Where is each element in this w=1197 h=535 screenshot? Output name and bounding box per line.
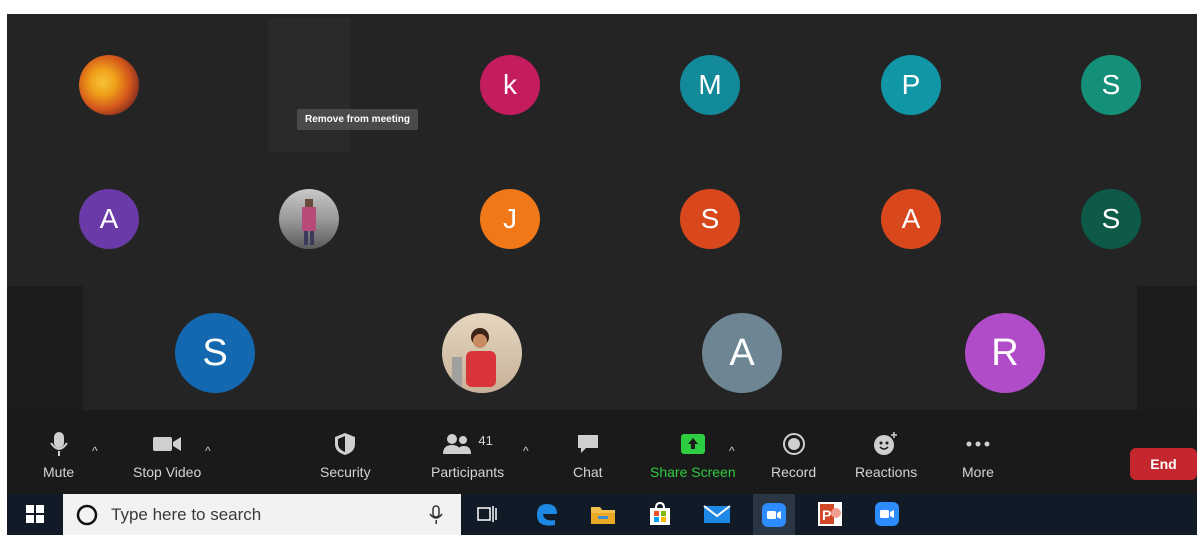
participant-avatar[interactable]: k	[480, 55, 540, 115]
more-button[interactable]: More	[962, 430, 994, 480]
participant-avatar[interactable]	[79, 55, 139, 115]
edge-icon[interactable]	[532, 500, 560, 528]
meeting-toolbar: Mute ^ Stop Video ^ Security 41 Particip…	[7, 410, 1197, 494]
security-button[interactable]: Security	[320, 430, 371, 480]
person-photo-icon	[302, 199, 316, 245]
mute-options-caret-icon[interactable]: ^	[92, 444, 98, 458]
mute-button[interactable]: Mute	[43, 430, 74, 480]
chat-label: Chat	[573, 464, 603, 480]
zoom-icon[interactable]	[753, 494, 795, 535]
share-screen-label: Share Screen	[650, 464, 736, 480]
video-options-caret-icon[interactable]: ^	[205, 444, 211, 458]
participant-avatar[interactable]: S	[175, 313, 255, 393]
record-icon	[782, 433, 805, 455]
security-label: Security	[320, 464, 371, 480]
taskbar-search-box[interactable]: Type here to search	[63, 494, 461, 535]
windows-taskbar: Type here to search P	[7, 494, 1197, 535]
store-icon[interactable]	[646, 500, 674, 528]
hovered-participant-tile[interactable]	[268, 18, 350, 152]
reactions-button[interactable]: Reactions	[855, 430, 917, 480]
mail-icon[interactable]	[703, 500, 731, 528]
participant-avatar[interactable]: P	[881, 55, 941, 115]
participants-count: 41	[478, 432, 493, 448]
svg-text:P: P	[822, 507, 831, 523]
participant-avatar[interactable]	[442, 313, 522, 393]
participant-avatar[interactable]: A	[881, 189, 941, 249]
stop-video-button[interactable]: Stop Video	[133, 430, 201, 480]
task-view-icon[interactable]	[473, 500, 501, 528]
shield-icon	[335, 433, 356, 455]
gallery-row-3-tiles: S A R	[83, 286, 1137, 410]
participant-avatar[interactable]: A	[702, 313, 782, 393]
participants-label: Participants	[431, 464, 505, 480]
gallery-row-3: S A R	[7, 286, 1197, 410]
participants-options-caret-icon[interactable]: ^	[523, 444, 529, 458]
powerpoint-icon[interactable]: P	[816, 500, 844, 528]
cortana-circle-icon	[76, 504, 98, 525]
file-explorer-icon[interactable]	[589, 500, 617, 528]
stop-video-label: Stop Video	[133, 464, 202, 480]
reactions-label: Reactions	[855, 464, 918, 480]
record-label: Record	[771, 464, 817, 480]
record-button[interactable]: Record	[771, 430, 816, 480]
participants-button[interactable]: 41 Participants	[431, 430, 505, 481]
participant-avatar[interactable]: S	[1081, 189, 1141, 249]
share-screen-button[interactable]: Share Screen	[650, 430, 736, 480]
windows-start-icon[interactable]	[21, 500, 49, 528]
participant-avatar[interactable]: S	[1081, 55, 1141, 115]
person-photo-icon	[452, 328, 496, 387]
share-screen-icon	[680, 434, 705, 454]
participant-avatar[interactable]: J	[480, 189, 540, 249]
search-placeholder: Type here to search	[111, 504, 262, 524]
share-options-caret-icon[interactable]: ^	[729, 444, 735, 458]
mute-label: Mute	[43, 464, 75, 480]
chat-button[interactable]: Chat	[573, 430, 603, 480]
more-label: More	[962, 464, 994, 480]
voice-mic-icon[interactable]	[429, 505, 443, 525]
participant-avatar[interactable]: A	[79, 189, 139, 249]
participant-avatar[interactable]	[279, 189, 339, 249]
end-meeting-button[interactable]: End	[1130, 448, 1197, 480]
chat-icon	[577, 435, 598, 453]
participant-avatar[interactable]: R	[965, 313, 1045, 393]
gallery-view: k M P S A J S A S S A R Remove from meet…	[7, 14, 1197, 410]
zoom-meeting-window: k M P S A J S A S S A R Remove from meet…	[7, 14, 1197, 535]
participant-avatar[interactable]: M	[680, 55, 740, 115]
remove-from-meeting-tooltip[interactable]: Remove from meeting	[297, 109, 419, 130]
microphone-icon	[49, 432, 68, 456]
video-camera-icon	[153, 437, 182, 451]
participant-avatar[interactable]: S	[680, 189, 740, 249]
participants-icon	[443, 434, 472, 454]
reactions-emoji-icon	[874, 432, 898, 455]
more-dots-icon	[966, 441, 990, 447]
zoom-icon[interactable]	[873, 500, 901, 528]
